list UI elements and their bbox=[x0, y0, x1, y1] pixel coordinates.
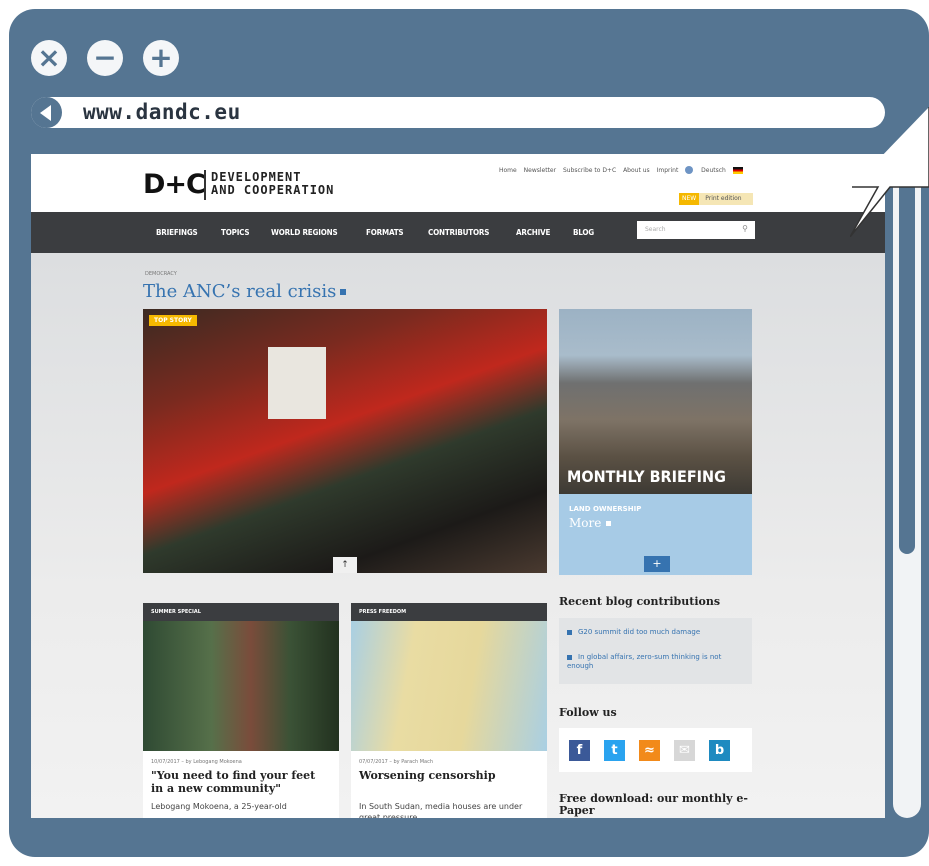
up-arrow-button[interactable]: ↑ bbox=[333, 557, 357, 573]
search-input[interactable]: Search ⚲ bbox=[637, 221, 755, 239]
headline-text[interactable]: The ANC’s real crisis bbox=[143, 281, 336, 302]
nav-formats[interactable]: FORMATS bbox=[366, 228, 404, 237]
blog-item[interactable]: In global affairs, zero-sum thinking is … bbox=[567, 653, 747, 671]
article-card-press[interactable]: PRESS FREEDOM 07/07/2017 – by Parach Mac… bbox=[351, 603, 547, 818]
card-photo bbox=[143, 621, 339, 751]
square-bullet-icon bbox=[606, 521, 612, 526]
speech-balloon-icon bbox=[850, 107, 929, 237]
tagline-line-2: AND COOPERATION bbox=[211, 183, 335, 197]
card-meta: 10/07/2017 – by Lebogang Mokoena bbox=[151, 759, 242, 765]
briefing-plus-button[interactable]: + bbox=[644, 556, 670, 572]
card-excerpt: Lebogang Mokoena, a 25-year-old bbox=[151, 802, 287, 811]
article-headline[interactable]: The ANC’s real crisis bbox=[143, 281, 347, 302]
german-flag-icon bbox=[732, 166, 743, 174]
top-story-badge: TOP STORY bbox=[149, 315, 197, 326]
search-icon[interactable]: ⚲ bbox=[742, 224, 748, 233]
card-map bbox=[351, 621, 547, 751]
link-home[interactable]: Home bbox=[499, 167, 517, 174]
blog-item[interactable]: G20 summit did too much damage bbox=[567, 628, 747, 637]
mail-icon[interactable]: ✉ bbox=[674, 740, 695, 761]
link-language[interactable]: Deutsch bbox=[701, 167, 726, 174]
nav-world-regions[interactable]: WORLD REGIONS bbox=[271, 228, 338, 237]
square-bullet-icon bbox=[567, 629, 572, 635]
link-newsletter[interactable]: Newsletter bbox=[524, 167, 556, 174]
nav-briefings[interactable]: BRIEFINGS bbox=[156, 228, 198, 237]
nav-topics[interactable]: TOPICS bbox=[221, 228, 250, 237]
briefing-title: MONTHLY BRIEFING bbox=[567, 467, 726, 486]
chat-icon[interactable]: b bbox=[709, 740, 730, 761]
social-icons: f t ≈ ✉ b bbox=[559, 728, 752, 772]
link-subscribe[interactable]: Subscribe to D+C bbox=[563, 167, 616, 174]
minimize-button[interactable]: − bbox=[87, 40, 123, 76]
link-imprint[interactable]: Imprint bbox=[657, 167, 679, 174]
blog-item-text[interactable]: In global affairs, zero-sum thinking is … bbox=[567, 653, 721, 670]
follow-heading: Follow us bbox=[559, 706, 617, 719]
back-arrow-icon[interactable] bbox=[31, 97, 62, 128]
url-text[interactable]: www.dandc.eu bbox=[83, 100, 241, 124]
blog-heading-text: Recent blog contributions bbox=[559, 595, 721, 608]
page-content: DEMOCRACY The ANC’s real crisis TOP STOR… bbox=[31, 253, 885, 818]
close-button[interactable]: × bbox=[31, 40, 67, 76]
card-meta: 07/07/2017 – by Parach Mach bbox=[359, 759, 433, 765]
screenshot-frame: × − + www.dandc.eu D+C DEVELOPMENT AND C… bbox=[0, 0, 929, 866]
nav-blog[interactable]: BLOG bbox=[573, 228, 594, 237]
main-navigation: BRIEFINGS TOPICS WORLD REGIONS FORMATS C… bbox=[31, 212, 885, 253]
print-edition-label: Print edition bbox=[705, 195, 742, 202]
protest-poster bbox=[268, 347, 326, 419]
print-new-tag: NEW bbox=[679, 193, 700, 205]
twitter-icon[interactable]: t bbox=[604, 740, 625, 761]
top-story-image[interactable]: TOP STORY ↑ bbox=[143, 309, 547, 573]
briefing-panel: LAND OWNERSHIP More + bbox=[559, 494, 752, 575]
search-placeholder: Search bbox=[645, 226, 666, 233]
top-links: Home Newsletter Subscribe to D+C About u… bbox=[499, 166, 743, 174]
link-about[interactable]: About us bbox=[623, 167, 650, 174]
card-title[interactable]: Worsening censorship bbox=[359, 769, 539, 782]
print-edition-link[interactable]: NEW Print edition bbox=[679, 193, 753, 205]
scrollbar[interactable] bbox=[893, 154, 921, 818]
download-heading: Free download: our monthly e-Paper bbox=[559, 792, 748, 817]
article-card-summer[interactable]: SUMMER SPECIAL 10/07/2017 – by Lebogang … bbox=[143, 603, 339, 818]
maximize-button[interactable]: + bbox=[143, 40, 179, 76]
site-header: D+C DEVELOPMENT AND COOPERATION Home New… bbox=[31, 154, 885, 212]
nav-archive[interactable]: ARCHIVE bbox=[516, 228, 550, 237]
nav-contributors[interactable]: CONTRIBUTORS bbox=[428, 228, 489, 237]
logo-divider bbox=[204, 170, 206, 200]
user-icon[interactable] bbox=[685, 166, 694, 174]
site-logo[interactable]: D+C bbox=[143, 169, 206, 200]
card-title[interactable]: "You need to find your feet in a new com… bbox=[151, 769, 331, 795]
more-text[interactable]: More bbox=[569, 516, 601, 530]
card-label: PRESS FREEDOM bbox=[351, 603, 547, 621]
card-excerpt: In South Sudan, media houses are under g… bbox=[359, 802, 523, 818]
blog-list: G20 summit did too much damage In global… bbox=[559, 618, 752, 684]
square-bullet-icon bbox=[567, 654, 572, 660]
card-label: SUMMER SPECIAL bbox=[143, 603, 339, 621]
address-bar[interactable]: www.dandc.eu bbox=[31, 97, 885, 128]
briefing-more-link[interactable]: More bbox=[569, 516, 612, 530]
site-tagline: DEVELOPMENT AND COOPERATION bbox=[211, 171, 334, 197]
rss-icon[interactable]: ≈ bbox=[639, 740, 660, 761]
article-kicker: DEMOCRACY bbox=[145, 271, 177, 277]
blog-heading: Recent blog contributions bbox=[559, 595, 759, 608]
monthly-briefing-box[interactable]: MONTHLY BRIEFING LAND OWNERSHIP More + bbox=[559, 309, 752, 575]
web-page-viewport: D+C DEVELOPMENT AND COOPERATION Home New… bbox=[31, 154, 885, 818]
facebook-icon[interactable]: f bbox=[569, 740, 590, 761]
briefing-topic: LAND OWNERSHIP bbox=[569, 505, 642, 513]
blog-item-text[interactable]: G20 summit did too much damage bbox=[578, 628, 700, 636]
square-bullet-icon bbox=[340, 289, 347, 295]
